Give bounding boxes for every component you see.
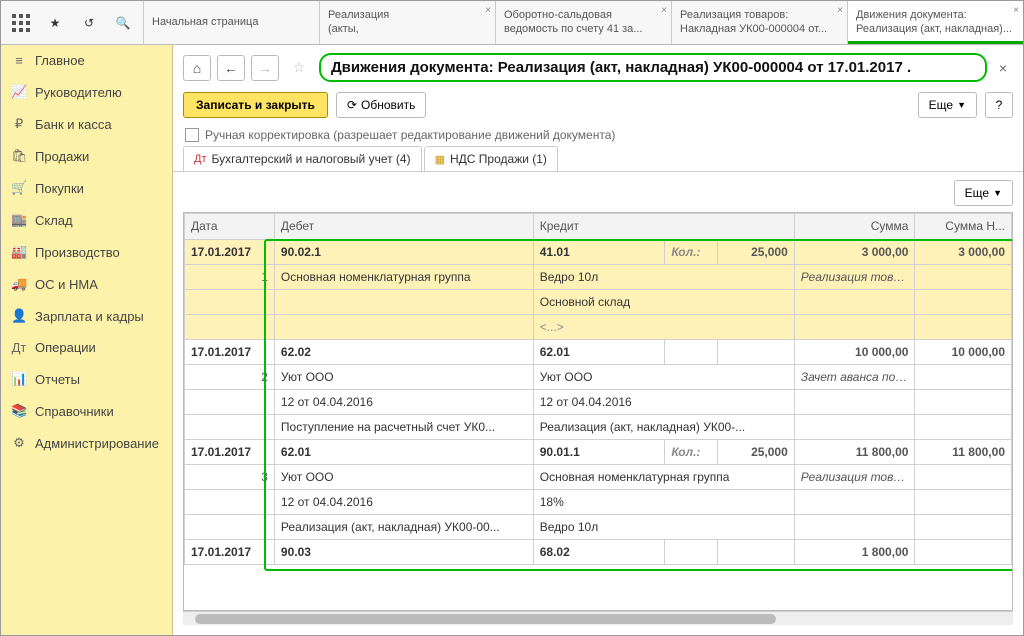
sidebar-item-label: Руководителю — [35, 85, 122, 100]
table-row[interactable]: Поступление на расчетный счет УК0...Реал… — [185, 415, 1012, 440]
chart-icon: 📈 — [11, 84, 27, 100]
sidebar-item-spr[interactable]: 📚 Справочники — [1, 395, 172, 427]
more-button[interactable]: Еще▼ — [918, 92, 977, 118]
close-button[interactable]: × — [993, 60, 1013, 76]
topbar: ★ ↺ 🔍 Начальная страница Реализация(акты… — [1, 1, 1023, 45]
col-sum[interactable]: Сумма — [794, 214, 915, 240]
bag-icon: 🛍 — [11, 148, 27, 164]
refresh-button[interactable]: ⟳Обновить — [336, 92, 426, 118]
col-debit[interactable]: Дебет — [274, 214, 533, 240]
sidebar-item-prod[interactable]: 🏭 Производство — [1, 236, 172, 268]
page-title: Движения документа: Реализация (акт, нак… — [319, 53, 987, 82]
sidebar-item-ruk[interactable]: 📈 Руководителю — [1, 76, 172, 108]
dt-kt-icon: Дт — [194, 153, 207, 165]
table-row[interactable]: 3Уют ООООсновная номенклатурная группаРе… — [185, 465, 1012, 490]
tab-2[interactable]: Оборотно-сальдоваяведомость по счету 41 … — [495, 1, 671, 44]
chevron-down-icon: ▼ — [957, 100, 966, 110]
gear-icon: ⚙ — [11, 435, 27, 451]
fav-icon[interactable]: ☆ — [285, 55, 313, 81]
report-icon: 📊 — [11, 371, 27, 387]
sidebar-item-os[interactable]: 🚚 ОС и НМА — [1, 268, 172, 300]
manual-edit-label: Ручная корректировка (разрешает редактир… — [205, 128, 615, 142]
table-row[interactable]: 1Основная номенклатурная группаВедро 10л… — [185, 265, 1012, 290]
movements-grid[interactable]: Дата Дебет Кредит Сумма Сумма Н... 17.01… — [183, 212, 1013, 611]
doc-icon: ▦ — [435, 153, 445, 166]
dt-icon: Дт — [11, 340, 27, 355]
close-icon[interactable]: × — [837, 5, 843, 16]
table-row[interactable]: <...> — [185, 315, 1012, 340]
home-button[interactable]: ⌂ — [183, 55, 211, 81]
refresh-icon: ⟳ — [347, 98, 357, 112]
tab-1[interactable]: Реализация(акты,× — [319, 1, 495, 44]
sidebar-item-bank[interactable]: ₽ Банк и касса — [1, 108, 172, 140]
star-icon[interactable]: ★ — [43, 11, 67, 35]
table-row[interactable]: Реализация (акт, накладная) УК00-00...Ве… — [185, 515, 1012, 540]
close-icon[interactable]: × — [661, 5, 667, 16]
table-row[interactable]: Основной склад — [185, 290, 1012, 315]
sidebar-item-admin[interactable]: ⚙ Администрирование — [1, 427, 172, 459]
table-row[interactable]: 12 от 04.04.201612 от 04.04.2016 — [185, 390, 1012, 415]
table-row[interactable]: 17.01.201790.02.141.01Кол.:25,0003 000,0… — [185, 240, 1012, 265]
tab-home[interactable]: Начальная страница — [143, 1, 319, 44]
sidebar-item-label: Операции — [35, 340, 96, 355]
menu-icon: ≡ — [11, 53, 27, 68]
sidebar: ≡ Главное 📈 Руководителю ₽ Банк и касса 🛍 Пр… — [1, 45, 173, 635]
tab-buh[interactable]: ДтБухгалтерский и налоговый учет (4) — [183, 146, 422, 171]
doc-tabs: ДтБухгалтерский и налоговый учет (4) ▦НД… — [173, 146, 1023, 172]
apps-icon[interactable] — [9, 11, 33, 35]
sidebar-item-wh[interactable]: 🏬 Склад — [1, 204, 172, 236]
tab-nds[interactable]: ▦НДС Продажи (1) — [424, 146, 558, 171]
ruble-icon: ₽ — [11, 116, 27, 132]
sidebar-item-label: Главное — [35, 53, 85, 68]
sidebar-item-label: Справочники — [35, 404, 114, 419]
table-row[interactable]: 12 от 04.04.201618% — [185, 490, 1012, 515]
history-icon[interactable]: ↺ — [77, 11, 101, 35]
table-row[interactable]: 17.01.201762.0190.01.1Кол.:25,00011 800,… — [185, 440, 1012, 465]
sidebar-item-op[interactable]: Дт Операции — [1, 332, 172, 363]
book-icon: 📚 — [11, 403, 27, 419]
col-date[interactable]: Дата — [185, 214, 275, 240]
back-button[interactable]: ← — [217, 55, 245, 81]
col-sumn[interactable]: Сумма Н... — [915, 214, 1012, 240]
chevron-down-icon: ▼ — [993, 188, 1002, 198]
warehouse-icon: 🏬 — [11, 212, 27, 228]
table-row[interactable]: 17.01.201762.0262.0110 000,0010 000,00 — [185, 340, 1012, 365]
sidebar-item-sales[interactable]: 🛍 Продажи — [1, 140, 172, 172]
sidebar-item-label: Продажи — [35, 149, 89, 164]
sidebar-item-main[interactable]: ≡ Главное — [1, 45, 172, 76]
close-icon[interactable]: × — [1013, 5, 1019, 16]
table-row[interactable]: 17.01.201790.0368.021 800,00 — [185, 540, 1012, 565]
close-icon[interactable]: × — [485, 5, 491, 16]
sidebar-item-label: Администрирование — [35, 436, 159, 451]
col-credit[interactable]: Кредит — [533, 214, 794, 240]
sidebar-item-buy[interactable]: 🛒 Покупки — [1, 172, 172, 204]
search-icon[interactable]: 🔍 — [111, 11, 135, 35]
sidebar-item-label: Склад — [35, 213, 73, 228]
grid-more-button[interactable]: Еще▼ — [954, 180, 1013, 206]
h-scrollbar[interactable] — [183, 611, 1013, 625]
sidebar-item-label: Зарплата и кадры — [35, 309, 144, 324]
tab-3[interactable]: Реализация товаров:Накладная УК00-000004… — [671, 1, 847, 44]
help-button[interactable]: ? — [985, 92, 1013, 118]
save-close-button[interactable]: Записать и закрыть — [183, 92, 328, 118]
manual-edit-checkbox[interactable] — [185, 128, 199, 142]
sidebar-item-label: Отчеты — [35, 372, 80, 387]
truck-icon: 🚚 — [11, 276, 27, 292]
sidebar-item-label: Производство — [35, 245, 120, 260]
sidebar-item-label: ОС и НМА — [35, 277, 98, 292]
tab-4[interactable]: Движения документа:Реализация (акт, накл… — [847, 1, 1023, 44]
cart-icon: 🛒 — [11, 180, 27, 196]
forward-button[interactable]: → — [251, 55, 279, 81]
sidebar-item-zp[interactable]: 👤 Зарплата и кадры — [1, 300, 172, 332]
sidebar-item-label: Банк и касса — [35, 117, 112, 132]
sidebar-item-label: Покупки — [35, 181, 84, 196]
factory-icon: 🏭 — [11, 244, 27, 260]
table-row[interactable]: 2Уют ОООУют ОООЗачет аванса покупателя — [185, 365, 1012, 390]
sidebar-item-rep[interactable]: 📊 Отчеты — [1, 363, 172, 395]
person-icon: 👤 — [11, 308, 27, 324]
